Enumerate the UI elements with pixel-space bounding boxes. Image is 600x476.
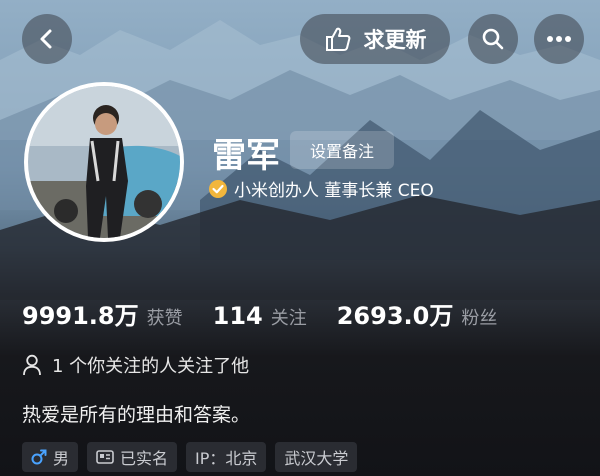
tag-gender-label: 男 [53,449,70,468]
back-button[interactable] [22,14,72,64]
profile-tags: 男 已实名 IP：北京 武汉大学 [22,442,358,472]
person-icon [23,354,41,376]
search-button[interactable] [468,14,518,64]
avatar[interactable] [24,82,184,242]
tag-ip-location-label: IP：北京 [195,449,258,468]
tag-verified-identity: 已实名 [87,442,178,472]
verified-check-icon [209,179,227,198]
thumbs-up-hand-icon [325,27,350,51]
tag-school-label: 武汉大学 [284,449,349,468]
more-dots-icon [547,36,571,42]
stat-followers[interactable]: 2693.0万 粉丝 [337,296,498,331]
tag-verified-identity-label: 已实名 [120,449,169,468]
verified-title-row: 小米创办人 董事长兼 CEO [208,176,434,201]
profile-bio: 热爱是所有的理由和答案。 [22,404,251,426]
stat-following-value: 114 [212,302,263,330]
avatar-image [28,86,180,238]
male-icon [31,449,47,465]
stat-followers-value: 2693.0万 [336,302,454,330]
stats-row: 9991.8万 获赞 114 关注 2693.0万 粉丝 [22,296,497,331]
request-update-label: 求更新 [363,28,427,52]
tag-school[interactable]: 武汉大学 [275,442,358,472]
id-card-icon [96,450,114,464]
profile-name: 雷军 [212,136,280,176]
stat-likes: 9991.8万 获赞 [22,296,183,331]
stat-following[interactable]: 114 关注 [213,302,307,330]
mutual-follow-text: 1 个你关注的人关注了他 [52,356,250,377]
tag-ip-location: IP：北京 [186,442,267,472]
tag-gender: 男 [22,442,79,472]
chevron-left-icon [40,29,52,49]
request-update-button[interactable]: 求更新 [300,14,450,64]
search-icon [482,28,504,50]
verified-title-text: 小米创办人 董事长兼 CEO [234,181,434,201]
stat-likes-value: 9991.8万 [22,302,139,330]
more-button[interactable] [534,14,584,64]
stat-following-label: 关注 [270,308,307,329]
stat-likes-label: 获赞 [146,308,183,329]
stat-followers-label: 粉丝 [461,308,498,329]
mutual-follow-row[interactable]: 1 个你关注的人关注了他 [22,352,249,378]
set-remark-button[interactable]: 设置备注 [290,131,394,169]
